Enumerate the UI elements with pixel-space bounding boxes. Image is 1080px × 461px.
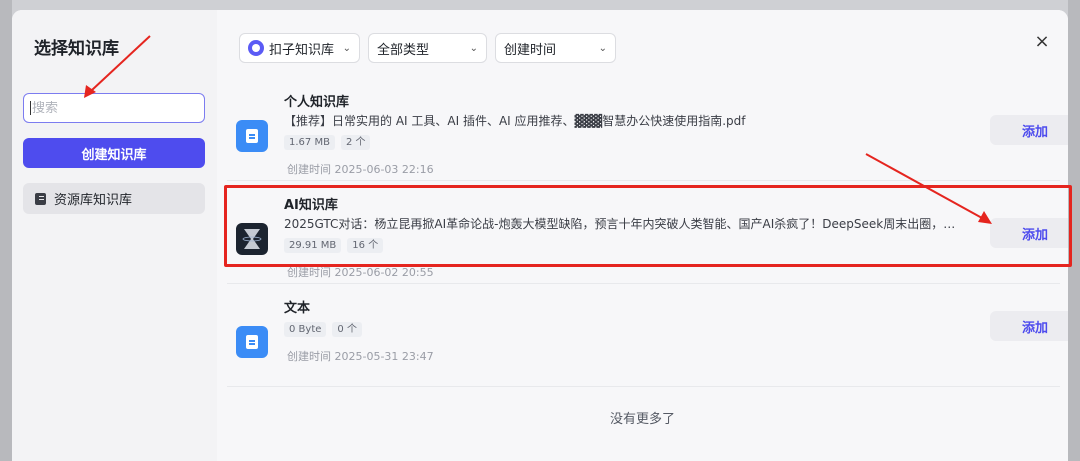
count-badge: 0 个	[332, 322, 362, 337]
knowledge-base-list: 个人知识库 【推荐】日常实用的 AI 工具、AI 插件、AI 应用推荐、▓▓▓智…	[227, 78, 1068, 387]
main-panel: 扣子知识库 ⌄ 全部类型 ⌄ 创建时间 ⌄ × 个人知识库 【推荐】日常实用的 …	[217, 10, 1068, 461]
document-icon	[236, 326, 268, 358]
kouzi-logo-icon	[248, 40, 264, 56]
add-button[interactable]: 添加	[990, 115, 1068, 145]
book-icon	[35, 192, 46, 205]
item-title: AI知识库	[284, 198, 338, 213]
chevron-down-icon: ⌄	[469, 42, 478, 54]
source-select-value: 扣子知识库	[269, 42, 335, 58]
size-badge: 29.91 MB	[284, 238, 342, 253]
chevron-down-icon: ⌄	[598, 42, 607, 54]
type-select-value: 全部类型	[377, 42, 430, 58]
list-item: 文本 0 Byte 0 个 创建时间 2025-05-31 23:47 添加	[227, 284, 1068, 387]
item-tags: 29.91 MB 16 个	[284, 238, 384, 253]
modal-title: 选择知识库	[34, 39, 119, 59]
sidebar: 选择知识库 创建知识库 资源库知识库	[12, 10, 217, 461]
backdrop-left	[0, 0, 12, 461]
end-of-list-text: 没有更多了	[609, 412, 675, 427]
item-tags: 1.67 MB 2 个	[284, 135, 371, 150]
search-input[interactable]	[31, 100, 204, 116]
item-title: 文本	[284, 301, 311, 316]
size-badge: 1.67 MB	[284, 135, 335, 150]
item-description: 【推荐】日常实用的 AI 工具、AI 插件、AI 应用推荐、▓▓▓智慧办公快速使…	[284, 114, 746, 128]
close-icon[interactable]: ×	[1032, 32, 1052, 52]
type-select[interactable]: 全部类型 ⌄	[368, 33, 487, 63]
sort-select[interactable]: 创建时间 ⌄	[495, 33, 616, 63]
created-time: 创建时间 2025-05-31 23:47	[287, 350, 434, 363]
size-badge: 0 Byte	[284, 322, 327, 337]
sidebar-item-resource-library[interactable]: 资源库知识库	[23, 183, 205, 214]
document-icon	[236, 120, 268, 152]
backdrop-right	[1068, 0, 1080, 461]
source-select[interactable]: 扣子知识库 ⌄	[239, 33, 360, 63]
item-tags: 0 Byte 0 个	[284, 322, 362, 337]
created-time: 创建时间 2025-06-02 20:55	[287, 266, 434, 279]
list-item: 个人知识库 【推荐】日常实用的 AI 工具、AI 插件、AI 应用推荐、▓▓▓智…	[227, 78, 1068, 181]
sidebar-item-label: 资源库知识库	[54, 193, 133, 208]
sort-select-value: 创建时间	[504, 42, 557, 58]
knowledge-base-modal: 选择知识库 创建知识库 资源库知识库 扣子知识库 ⌄ 全部类型 ⌄ 创建时间 ⌄	[12, 10, 1068, 461]
create-knowledge-base-button[interactable]: 创建知识库	[23, 138, 205, 168]
created-time: 创建时间 2025-06-03 22:16	[287, 163, 434, 176]
hourglass-thumbnail-icon	[236, 223, 268, 255]
chevron-down-icon: ⌄	[342, 42, 351, 54]
text-caret	[30, 101, 31, 115]
count-badge: 2 个	[340, 135, 371, 150]
list-item: AI知识库 2025GTC对话：杨立昆再掀AI革命论战-炮轰大模型缺陷，预言十年…	[227, 181, 1068, 284]
item-description: 2025GTC对话：杨立昆再掀AI革命论战-炮轰大模型缺陷，预言十年内突破人类智…	[284, 217, 956, 231]
filter-bar: 扣子知识库 ⌄ 全部类型 ⌄ 创建时间 ⌄	[239, 33, 616, 63]
add-button[interactable]: 添加	[990, 311, 1068, 341]
add-button[interactable]: 添加	[990, 218, 1068, 248]
item-title: 个人知识库	[284, 95, 350, 110]
search-box[interactable]	[23, 93, 205, 123]
count-badge: 16 个	[347, 238, 384, 253]
